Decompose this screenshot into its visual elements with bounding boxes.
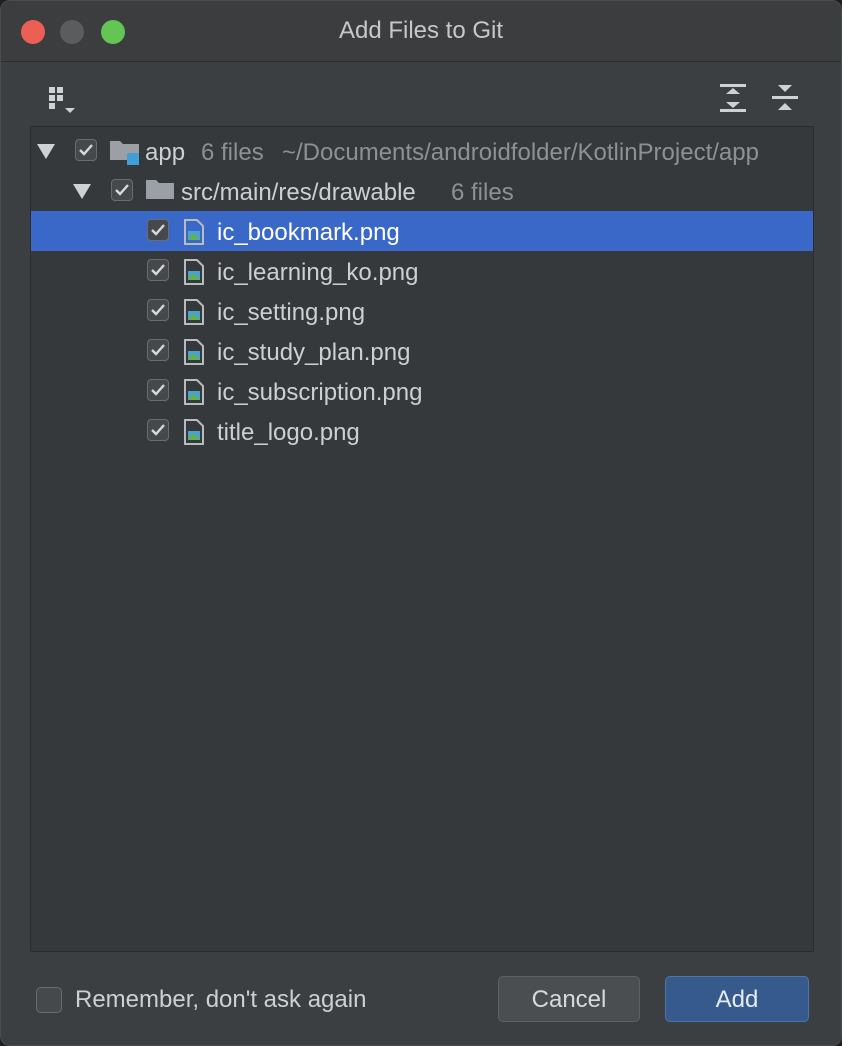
app-label: app — [145, 139, 186, 166]
file-row[interactable]: ic_learning_ko.png — [31, 251, 813, 291]
file-checkbox[interactable] — [147, 219, 169, 241]
image-file-icon — [183, 259, 205, 290]
file-name: title_logo.png — [217, 419, 360, 446]
tree-row-app[interactable]: app 6 files ~/Documents/androidfolder/Ko… — [31, 131, 813, 171]
collapse-all-icon[interactable] — [768, 81, 802, 115]
image-file-icon — [183, 339, 205, 370]
image-file-icon — [183, 299, 205, 330]
file-name: ic_learning_ko.png — [217, 259, 419, 286]
module-folder-icon — [109, 137, 141, 170]
app-path: ~/Documents/androidfolder/KotlinProject/… — [282, 139, 759, 166]
app-checkbox[interactable] — [75, 139, 97, 161]
remember-checkbox[interactable] — [36, 987, 62, 1013]
file-checkbox[interactable] — [147, 259, 169, 281]
file-row[interactable]: ic_setting.png — [31, 291, 813, 331]
file-name: ic_subscription.png — [217, 379, 423, 406]
title-bar: Add Files to Git — [1, 1, 841, 62]
cancel-button[interactable]: Cancel — [498, 976, 640, 1022]
image-file-icon — [183, 419, 205, 450]
drawable-file-count: 6 files — [451, 179, 514, 206]
file-row[interactable]: ic_study_plan.png — [31, 331, 813, 371]
file-checkbox[interactable] — [147, 379, 169, 401]
expand-all-icon[interactable] — [716, 81, 750, 115]
drawable-checkbox[interactable] — [111, 179, 133, 201]
tree-row-drawable[interactable]: src/main/res/drawable 6 files — [31, 171, 813, 211]
remember-label: Remember, don't ask again — [75, 986, 367, 1013]
app-file-count: 6 files — [201, 139, 264, 166]
file-row[interactable]: ic_bookmark.png — [31, 211, 813, 251]
expand-toggle-icon[interactable] — [73, 184, 91, 199]
file-row[interactable]: ic_subscription.png — [31, 371, 813, 411]
add-files-dialog: Add Files to Git app 6 files ~/Documents… — [0, 0, 842, 1046]
file-name: ic_setting.png — [217, 299, 366, 326]
drawable-label: src/main/res/drawable — [181, 179, 416, 206]
folder-icon — [145, 177, 175, 206]
file-row[interactable]: title_logo.png — [31, 411, 813, 451]
dialog-title: Add Files to Git — [338, 17, 504, 44]
file-tree: app 6 files ~/Documents/androidfolder/Ko… — [30, 126, 814, 952]
group-by-icon[interactable] — [45, 83, 79, 117]
file-checkbox[interactable] — [147, 419, 169, 441]
file-checkbox[interactable] — [147, 339, 169, 361]
file-checkbox[interactable] — [147, 299, 169, 321]
expand-toggle-icon[interactable] — [37, 144, 55, 159]
add-button[interactable]: Add — [665, 976, 809, 1022]
file-name: ic_study_plan.png — [217, 339, 411, 366]
file-name: ic_bookmark.png — [217, 219, 400, 246]
image-file-icon — [183, 219, 205, 250]
image-file-icon — [183, 379, 205, 410]
